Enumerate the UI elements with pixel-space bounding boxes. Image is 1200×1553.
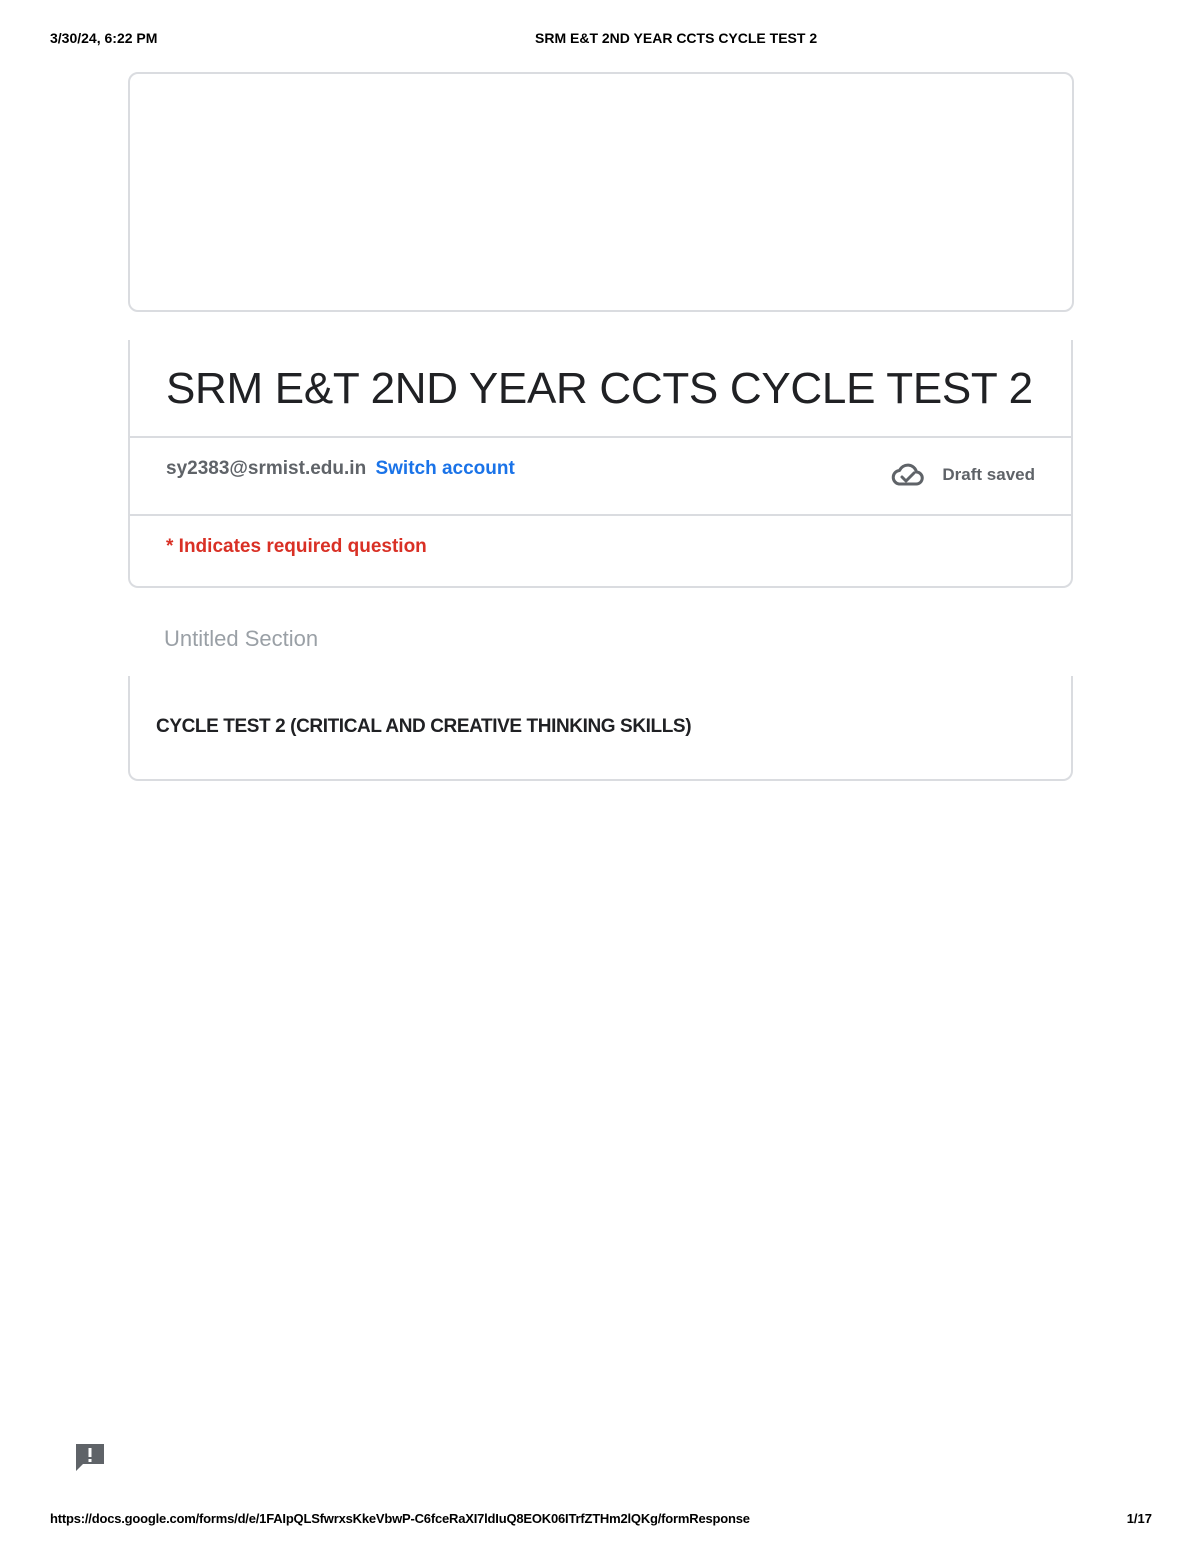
print-date: 3/30/24, 6:22 PM [50,30,158,46]
required-note: * Indicates required question [166,536,427,557]
account-email: sy2383@srmist.edu.in [166,458,367,479]
cloud-done-icon [892,463,925,486]
feedback-icon [76,1444,104,1471]
switch-account-link[interactable]: Switch account [375,458,514,479]
print-url: https://docs.google.com/forms/d/e/1FAIpQ… [50,1511,750,1526]
print-doc-title: SRM E&T 2ND YEAR CCTS CYCLE TEST 2 [535,30,818,46]
section-description-card: CYCLE TEST 2 (CRITICAL AND CREATIVE THIN… [128,676,1073,781]
form-title: SRM E&T 2ND YEAR CCTS CYCLE TEST 2 [166,364,1033,413]
print-footer: https://docs.google.com/forms/d/e/1FAIpQ… [50,1511,1152,1531]
section-title: Untitled Section [164,626,319,651]
account-row: sy2383@srmist.edu.in Switch account [166,458,515,480]
page-number: 1/17 [1126,1511,1152,1526]
section-description: CYCLE TEST 2 (CRITICAL AND CREATIVE THIN… [156,716,692,737]
divider [130,436,1071,438]
draft-status-label: Draft saved [942,465,1035,484]
draft-status: Draft saved [890,462,1035,488]
divider [130,514,1071,516]
print-header: 3/30/24, 6:22 PM SRM E&T 2ND YEAR CCTS C… [50,30,1150,50]
form-banner [128,72,1074,312]
form-title-card: SRM E&T 2ND YEAR CCTS CYCLE TEST 2 sy238… [128,340,1073,588]
feedback-button[interactable] [74,1442,106,1472]
